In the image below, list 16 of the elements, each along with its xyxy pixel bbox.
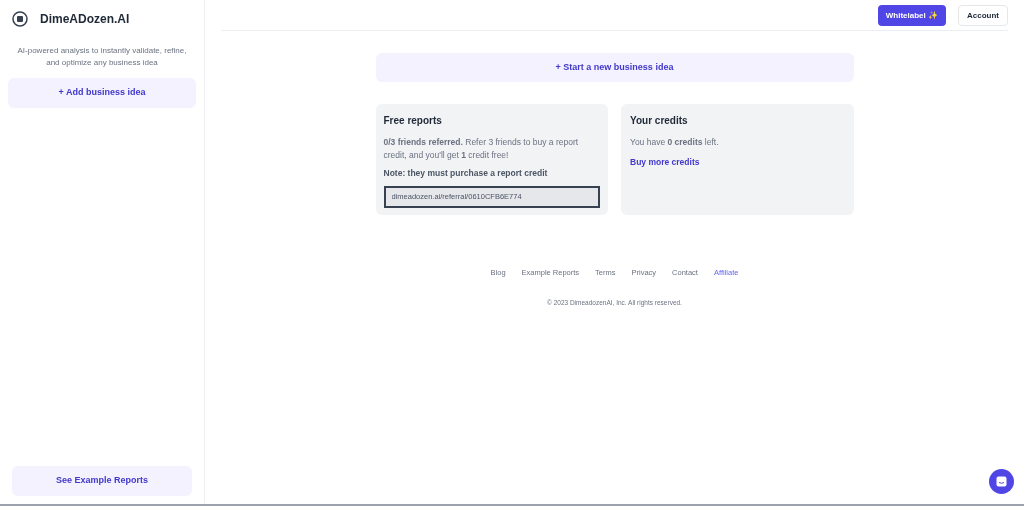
buy-credits-link[interactable]: Buy more credits [630,155,700,169]
credits-text: You have 0 credits left. [630,136,720,149]
add-idea-button[interactable]: + Add business idea [8,78,196,108]
note-text: Note: they must purchase a report credit [383,167,549,180]
whitelabel-button[interactable]: Whitelabel ✨ [877,5,946,26]
card-title: Your credits [630,114,689,128]
tagline: AI-powered analysis to instantly validate, refine, and optimize any business idea [16,45,188,69]
logo-text: DimeADozen.AI [40,11,130,28]
logo-icon [12,11,28,27]
referral-text: 0/3 friends referred. Refer 3 friends to buy a report credit, and you'll get 1 credit free! [383,136,580,162]
card-title: Free reports [383,114,443,128]
account-button[interactable]: Account [958,5,1008,26]
chat-icon [996,476,1007,487]
example-reports-button[interactable]: See Example Reports [12,466,192,496]
chat-button[interactable] [989,469,1014,494]
new-idea-button[interactable]: + Start a new business idea [375,53,854,82]
